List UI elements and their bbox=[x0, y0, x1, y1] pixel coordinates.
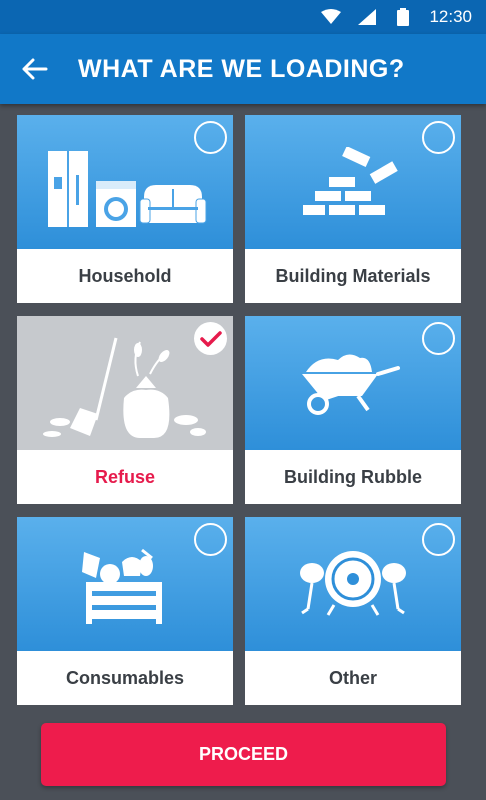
category-label: Building Rubble bbox=[284, 466, 422, 487]
wifi-icon bbox=[321, 8, 342, 26]
category-card-building-rubble[interactable]: Building Rubble bbox=[245, 316, 461, 504]
signal-icon bbox=[357, 8, 377, 26]
page-title: WHAT ARE WE LOADING? bbox=[78, 54, 405, 83]
category-radio-checked[interactable] bbox=[194, 322, 227, 355]
category-card-consumables[interactable]: Consumables bbox=[17, 517, 233, 705]
category-radio[interactable] bbox=[422, 322, 455, 355]
category-card-refuse[interactable]: Refuse bbox=[17, 316, 233, 504]
arrow-left-icon bbox=[22, 58, 48, 80]
category-card-building-materials[interactable]: Building Materials bbox=[245, 115, 461, 303]
back-button[interactable] bbox=[0, 34, 70, 104]
app-bar: WHAT ARE WE LOADING? bbox=[0, 34, 486, 104]
check-icon bbox=[199, 330, 222, 347]
category-radio[interactable] bbox=[422, 121, 455, 154]
category-radio[interactable] bbox=[194, 121, 227, 154]
category-label: Other bbox=[328, 667, 377, 688]
category-card-other[interactable]: Other bbox=[245, 517, 461, 705]
proceed-button[interactable]: PROCEED bbox=[41, 723, 446, 786]
battery-icon bbox=[393, 8, 413, 26]
category-label: Refuse bbox=[94, 466, 156, 487]
category-card-household[interactable]: Household bbox=[17, 115, 233, 303]
category-radio[interactable] bbox=[194, 523, 227, 556]
status-time: 12:30 bbox=[429, 7, 472, 26]
status-bar: 12:30 bbox=[0, 0, 486, 34]
category-label: Building Materials bbox=[275, 265, 431, 286]
category-label: Household bbox=[78, 265, 172, 286]
category-radio[interactable] bbox=[422, 523, 455, 556]
category-label: Consumables bbox=[65, 667, 185, 688]
